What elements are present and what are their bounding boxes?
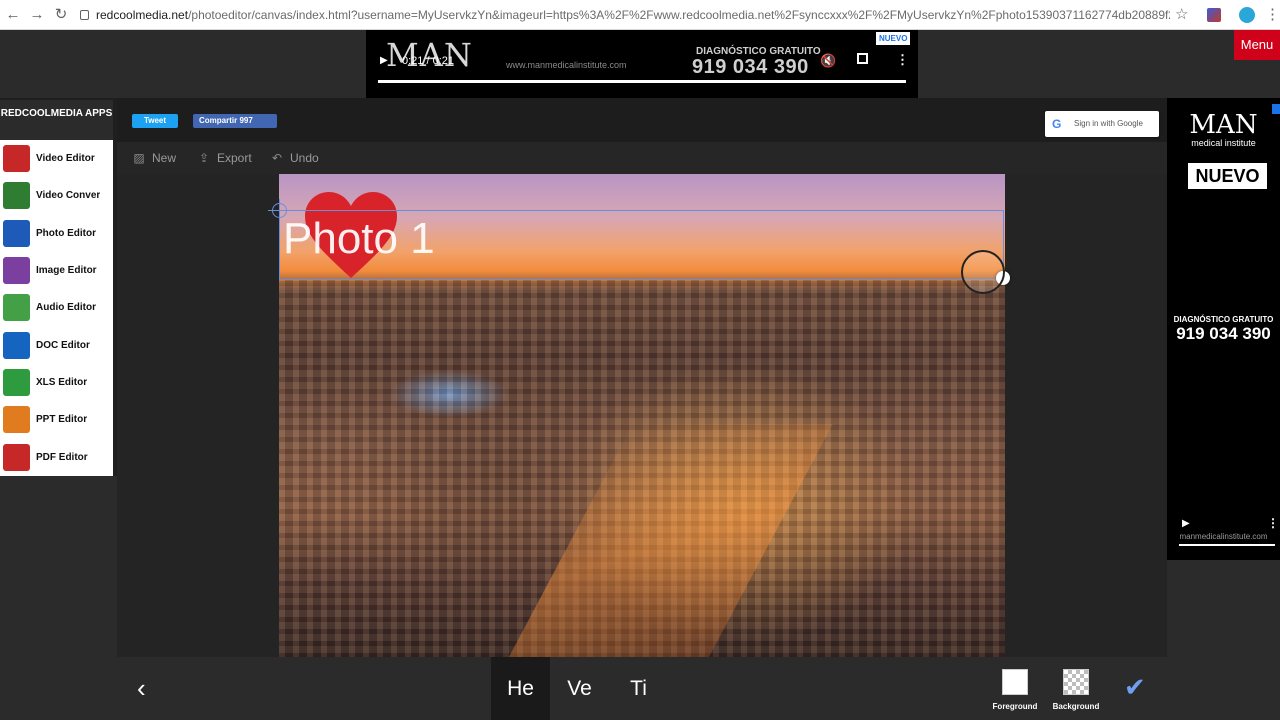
move-handle[interactable] [268, 199, 291, 222]
text-mode-group: He Ve Ti [491, 657, 669, 720]
url-path: /photoeditor/canvas/index.html?username=… [188, 8, 1170, 22]
address-bar[interactable]: redcoolmedia.net/photoeditor/canvas/inde… [80, 4, 1170, 26]
app-item[interactable]: DOC Editor [0, 326, 113, 363]
share-row: Tweet Compartir 997 G Sign in with Google [117, 98, 1167, 142]
app-icon [3, 257, 30, 285]
mute-icon[interactable]: 🔇 [820, 53, 836, 69]
app-item[interactable]: Video Conver [0, 177, 113, 214]
app-icon [3, 145, 30, 173]
menu-button[interactable]: Menu [1234, 30, 1280, 60]
side-ad-site: manmedicalinstitute.com [1179, 532, 1268, 541]
app-item[interactable]: XLS Editor [0, 364, 113, 401]
tweet-button[interactable]: Tweet [132, 114, 178, 128]
side-ad-logo: MAN [1189, 110, 1258, 140]
undo-label: Undo [290, 151, 319, 165]
app-icon [3, 294, 30, 322]
confirm-check-icon[interactable]: ✔ [1124, 672, 1146, 702]
side-ad-phone: 919 034 390 [1176, 324, 1271, 343]
google-signin-label: Sign in with Google [1074, 119, 1143, 128]
app-icon [3, 219, 30, 247]
extension-icon[interactable] [1207, 8, 1221, 22]
lock-icon [80, 10, 89, 20]
text-options-bar: ‹ He Ve Ti Foreground Background ✔ [117, 657, 1167, 720]
fullscreen-icon[interactable] [857, 53, 868, 64]
app-icon [3, 182, 30, 210]
new-button[interactable]: ▨ New [132, 150, 176, 166]
bookmark-star-icon[interactable]: ☆ [1175, 5, 1188, 23]
side-video-ad[interactable]: MAN medical institute NUEVO DIAGNÓSTICO … [1167, 98, 1280, 560]
export-label: Export [217, 151, 252, 165]
side-ad-diagnostic: DIAGNÓSTICO GRATUITO [1173, 315, 1274, 324]
image-icon: ▨ [133, 151, 145, 165]
ad-site: www.manmedicalinstitute.com [506, 60, 627, 70]
app-label: Photo Editor [36, 227, 96, 239]
foreground-label: Foreground [992, 702, 1038, 711]
canvas-text-layer[interactable]: Photo 1 [283, 213, 435, 265]
side-ad-play-icon[interactable]: ▶ [1182, 518, 1190, 529]
side-ad-progress-bar[interactable] [1179, 544, 1275, 546]
undo-button[interactable]: ↶ Undo [270, 150, 319, 166]
side-ad-badge: NUEVO [1188, 163, 1267, 189]
app-item[interactable]: Photo Editor [0, 215, 113, 252]
editor-toolbar: ▨ New ⇪ Export ↶ Undo [117, 142, 1167, 174]
google-icon: G [1052, 117, 1062, 131]
background-color-swatch[interactable] [1063, 669, 1089, 695]
app-label: Video Editor [36, 153, 95, 165]
app-label: DOC Editor [36, 339, 90, 351]
chevron-left-icon[interactable]: ‹ [137, 673, 161, 703]
app-item[interactable]: PDF Editor [0, 438, 113, 475]
app-label: Audio Editor [36, 302, 96, 314]
side-ad-more-icon[interactable]: ⋮ [1267, 516, 1279, 530]
ad-phone: 919 034 390 [692, 56, 809, 78]
facebook-share-button[interactable]: Compartir 997 [193, 114, 277, 128]
apps-list: Video Editor Video Conver Photo Editor Imag… [0, 140, 113, 476]
apps-title: REDCOOLMEDIA APPS [0, 100, 113, 140]
app-icon [3, 331, 30, 359]
app-item[interactable]: PPT Editor [0, 401, 113, 438]
app-item[interactable]: Video Editor [0, 140, 113, 177]
ad-progress-bar[interactable] [378, 80, 906, 83]
ad-more-icon[interactable]: ⋮ [896, 52, 909, 68]
new-label: New [152, 151, 177, 165]
text-mode-button[interactable]: Ti [609, 657, 668, 720]
text-mode-button[interactable]: Ve [550, 657, 609, 720]
text-mode-button[interactable]: He [491, 657, 550, 720]
ad-time: 0:21 / 0:21 [402, 55, 454, 67]
cursor-indicator [961, 250, 1005, 294]
back-arrow-icon[interactable]: ← [4, 6, 22, 24]
forward-arrow-icon[interactable]: → [28, 6, 46, 24]
app-label: PPT Editor [36, 414, 88, 426]
background-label: Background [1052, 702, 1100, 711]
app-label: Image Editor [36, 265, 97, 277]
app-label: XLS Editor [36, 376, 88, 388]
export-button[interactable]: ⇪ Export [197, 150, 252, 166]
app-icon [3, 443, 30, 471]
google-signin-button[interactable]: G Sign in with Google [1045, 111, 1159, 137]
side-ad-subtitle: medical institute [1191, 138, 1256, 148]
app-icon [3, 368, 30, 396]
app-label: Video Conver [36, 190, 101, 202]
sidebar-background [0, 476, 117, 720]
top-video-ad[interactable]: MAN ▶ 0:21 / 0:21 www.manmedicalinstitut… [366, 30, 918, 98]
app-item[interactable]: Audio Editor [0, 289, 113, 326]
browser-menu-icon[interactable]: ⋮ [1265, 5, 1280, 23]
url-host: redcoolmedia.net [96, 8, 189, 22]
browser-toolbar: ← → ↻ redcoolmedia.net/photoeditor/canva… [0, 0, 1280, 30]
app-icon [3, 406, 30, 434]
app-label: PDF Editor [36, 451, 88, 463]
right-background [1167, 560, 1280, 720]
reload-icon[interactable]: ↻ [52, 6, 70, 24]
app-item[interactable]: Image Editor [0, 252, 113, 289]
export-icon: ⇪ [198, 151, 210, 165]
profile-avatar[interactable] [1239, 7, 1255, 23]
undo-icon: ↶ [271, 151, 283, 165]
foreground-color-swatch[interactable] [1002, 669, 1028, 695]
ad-choices-badge[interactable]: NUEVO [876, 32, 911, 45]
ad-play-icon[interactable]: ▶ [380, 55, 388, 66]
